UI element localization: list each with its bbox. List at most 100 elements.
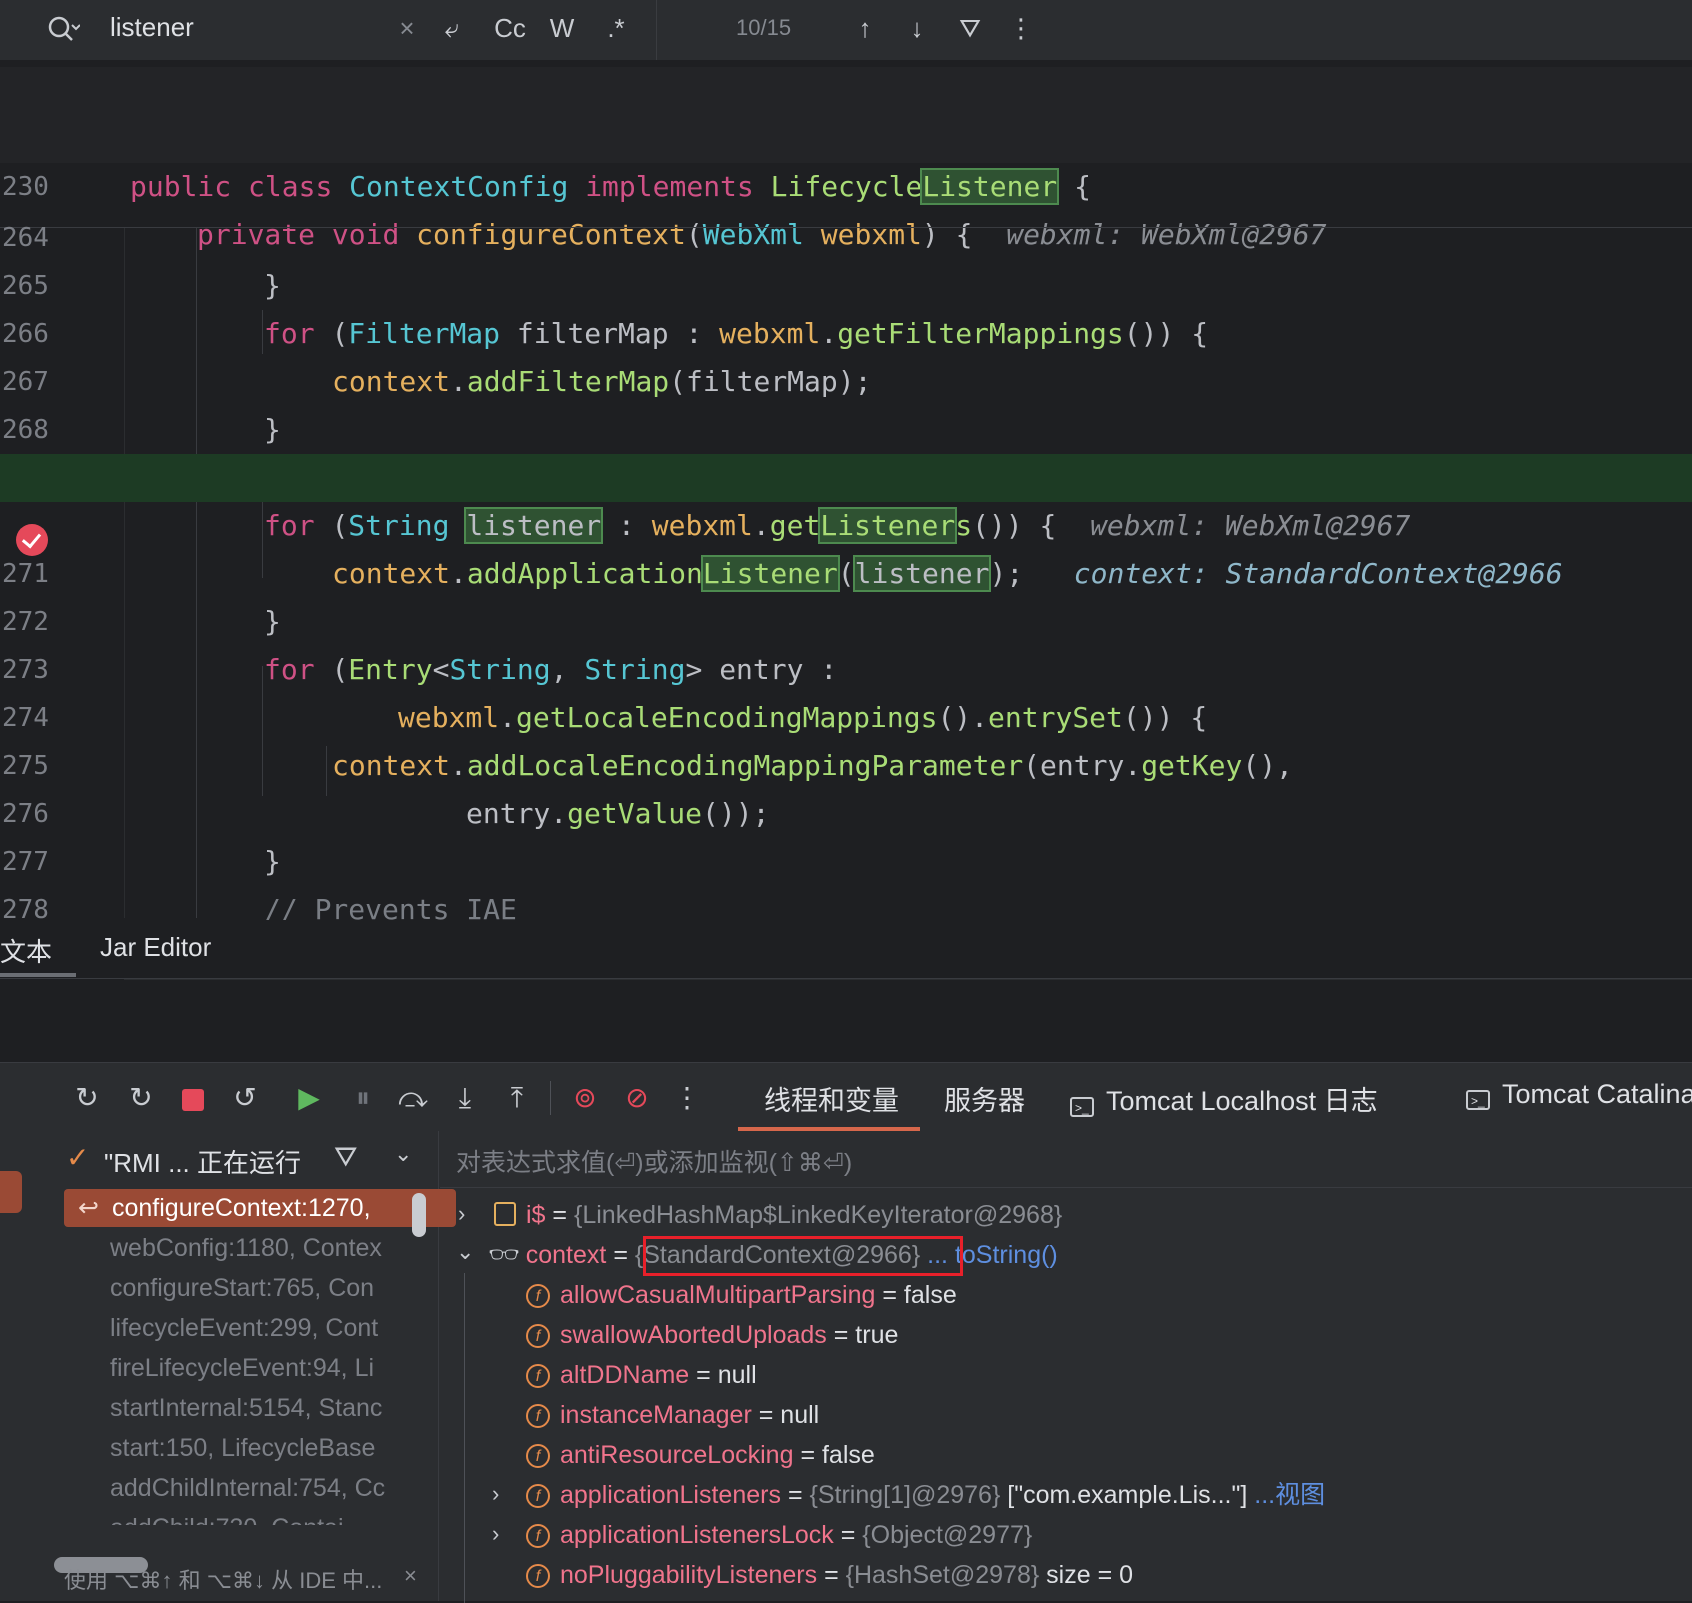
restart-icon[interactable]: ↺ (228, 1081, 262, 1115)
gutter-accent (0, 1171, 22, 1213)
field-icon: f (526, 1484, 550, 1508)
more-icon[interactable]: ⋮ (670, 1081, 704, 1115)
code-line-267[interactable]: 267 } (0, 310, 1692, 446)
chevron-down-icon[interactable]: ⌄ (394, 1141, 412, 1167)
code-line-273[interactable]: 273 webxml.getLocaleEncodingMappings().e… (0, 598, 1692, 734)
code-line-264[interactable]: 264 } (0, 166, 1692, 302)
field-row[interactable]: f instanceManager = null (526, 1395, 819, 1435)
step-out-icon[interactable]: ⤒ (500, 1081, 534, 1115)
sticky-line-230[interactable]: 230 private void configureContext(WebXml… (0, 115, 1692, 251)
field-eq: = (787, 1481, 803, 1509)
frames-scrollbar[interactable] (412, 1193, 426, 1237)
field-value: = null (696, 1361, 757, 1389)
frames-panel: ✓ "RMI ... 正在运行 ⛛ ⌄ ↩ configureContext:1… (48, 1131, 456, 1601)
tab-threads-variables[interactable]: 线程和变量 (764, 1079, 899, 1118)
code-line-271[interactable]: 271 } (0, 502, 1692, 638)
code-line-274[interactable]: 274 context.addLocaleEncodingMappingPara… (0, 646, 1692, 782)
field-icon: f (526, 1444, 550, 1468)
frame-item[interactable]: addChild:730, Contai (110, 1509, 472, 1525)
divider (440, 1187, 1692, 1188)
tab-text[interactable]: 文本 (0, 932, 52, 969)
mute-breakpoints-icon[interactable]: ⊘ (620, 1081, 654, 1115)
rerun-debug-icon[interactable]: ↻ (124, 1081, 158, 1115)
field-name: swallowAbortedUploads (560, 1321, 827, 1349)
field-name: antiResourceLocking (560, 1441, 794, 1469)
field-row[interactable]: f allowCasualMultipartParsing = false (526, 1275, 957, 1315)
var-eq: = (613, 1241, 628, 1269)
tab-tomcat-localhost-log[interactable]: >_ Tomcat Localhost 日志 (1070, 1079, 1378, 1118)
whole-words-toggle[interactable]: W (544, 8, 580, 48)
tab-tomcat-catalina[interactable]: >_ Tomcat Catalina (1466, 1079, 1692, 1110)
more-options-icon[interactable]: ⋮ (1006, 8, 1036, 48)
field-row[interactable]: f applicationListenersLock = {Object@2977… (526, 1515, 1032, 1555)
evaluate-expression-input[interactable]: 对表达式求值(⏎)或添加监视(⇧⌘⏎) (456, 1143, 852, 1179)
match-case-toggle[interactable]: Cc (488, 8, 532, 48)
clear-search-icon[interactable]: × (394, 8, 420, 48)
expand-chevron-icon[interactable]: › (492, 1481, 499, 1507)
resume-icon[interactable]: ▶ (292, 1081, 326, 1115)
code-line-269[interactable]: 269 for (String listener : webxml.getLis… (0, 406, 1692, 544)
filter-icon[interactable]: ⛛ (954, 8, 986, 48)
frame-item[interactable]: lifecycleEvent:299, Cont (110, 1309, 472, 1347)
expand-chevron-icon[interactable]: › (458, 1201, 465, 1227)
step-into-icon[interactable]: ⤓ (448, 1081, 482, 1115)
thread-selector[interactable]: ✓ "RMI ... 正在运行 ⛛ ⌄ (48, 1131, 438, 1187)
code-line-276[interactable]: 276 } (0, 742, 1692, 878)
field-name: instanceManager (560, 1401, 752, 1429)
search-input[interactable]: listener (110, 12, 194, 43)
frame-label: configureContext:1270, (112, 1194, 371, 1222)
code-line-272[interactable]: 272 for (Entry<String, String> entry : (0, 550, 1692, 686)
filter-icon[interactable]: ⛛ (334, 1141, 358, 1174)
field-row[interactable]: f swallowAbortedUploads = true (526, 1315, 898, 1355)
field-extra: ["com.example.Lis..."] (1000, 1481, 1248, 1509)
view-breakpoints-icon[interactable]: ⊚ (568, 1081, 602, 1115)
variable-row[interactable]: i$ = {LinkedHashMap$LinkedKeyIterator@29… (494, 1195, 1062, 1235)
code-line-278[interactable]: 278 if (webxml.getLoginConfig() != null)… (0, 838, 1692, 974)
field-row[interactable]: f altDDName = null (526, 1355, 757, 1395)
code-line-279[interactable]: 279 (0, 886, 1692, 918)
next-match-icon[interactable]: ↓ (902, 8, 932, 48)
frame-item[interactable]: start:150, LifecycleBase (110, 1429, 472, 1467)
step-over-icon[interactable]: ⤼ (396, 1081, 430, 1115)
sticky-line-117[interactable]: 117 public class ContextConfig implement… (0, 67, 1692, 205)
field-row[interactable]: f antiResourceLocking = false (526, 1435, 875, 1475)
field-eq: = (840, 1521, 856, 1549)
field-name: allowCasualMultipartParsing (560, 1281, 876, 1309)
field-icon: f (526, 1524, 550, 1548)
stop-icon[interactable] (176, 1081, 210, 1115)
rerun-icon[interactable]: ↻ (70, 1081, 104, 1115)
expand-chevron-icon[interactable]: › (492, 1521, 499, 1547)
frame-item[interactable]: startInternal:5154, Stanc (110, 1389, 472, 1427)
field-eq: = (824, 1561, 839, 1589)
regex-toggle[interactable]: .* (598, 8, 634, 48)
code-editor[interactable]: 117 public class ContextConfig implement… (0, 62, 1692, 982)
code-line-268[interactable]: 268 context.setJspConfigDescriptor(webxm… (0, 358, 1692, 494)
field-row[interactable]: f applicationListeners = {String[1]@2976}… (526, 1475, 1325, 1515)
search-icon[interactable] (46, 14, 80, 44)
code-line-277[interactable]: 277 // Prevents IAE (0, 790, 1692, 926)
field-name: noPluggabilityListeners (560, 1561, 818, 1589)
thread-label: "RMI ... 正在运行 (104, 1148, 302, 1178)
tab-jar-editor[interactable]: Jar Editor (100, 932, 211, 963)
code-line-270-current[interactable]: 270 context.addApplicationListener(liste… (0, 454, 1692, 592)
view-link[interactable]: ...视图 (1247, 1481, 1325, 1509)
tab-server[interactable]: 服务器 (944, 1079, 1025, 1118)
frame-item[interactable]: configureStart:765, Con (110, 1269, 472, 1307)
code-line-266[interactable]: 266 context.addFilterMap(filterMap); (0, 262, 1692, 398)
frame-item[interactable]: fireLifecycleEvent:94, Li (110, 1349, 472, 1387)
frame-item[interactable]: addChildInternal:754, Cc (110, 1469, 472, 1507)
collapse-chevron-icon[interactable]: ⌄ (456, 1239, 474, 1265)
code-line-265[interactable]: 265 for (FilterMap filterMap : webxml.ge… (0, 214, 1692, 350)
frame-item-selected[interactable]: ↩ configureContext:1270, (64, 1189, 456, 1227)
find-bar: listener × ⤶ Cc W .* 10/15 ↑ ↓ ⛛ ⋮ (0, 0, 1692, 61)
close-icon[interactable]: × (404, 1563, 417, 1589)
debug-tool-window: ↻ ↻ ↺ ▶ ⏸ ⤼ ⤓ ⤒ ⊚ ⊘ ⋮ 线程和变量 服务器 >_ Tomcat… (0, 1062, 1692, 1603)
field-name: applicationListenersLock (560, 1521, 834, 1549)
previous-match-icon[interactable]: ↑ (850, 8, 880, 48)
field-row[interactable]: f noPluggabilityListeners = {HashSet@2978… (526, 1555, 1133, 1595)
editor-tabs: 文本 Jar Editor (0, 920, 1692, 979)
newline-search-icon[interactable]: ⤶ (432, 8, 472, 48)
pause-icon[interactable]: ⏸ (346, 1081, 380, 1115)
var-value: {LinkedHashMap$LinkedKeyIterator@2968} (573, 1201, 1063, 1229)
code-line-275[interactable]: 275 entry.getValue()); (0, 694, 1692, 830)
